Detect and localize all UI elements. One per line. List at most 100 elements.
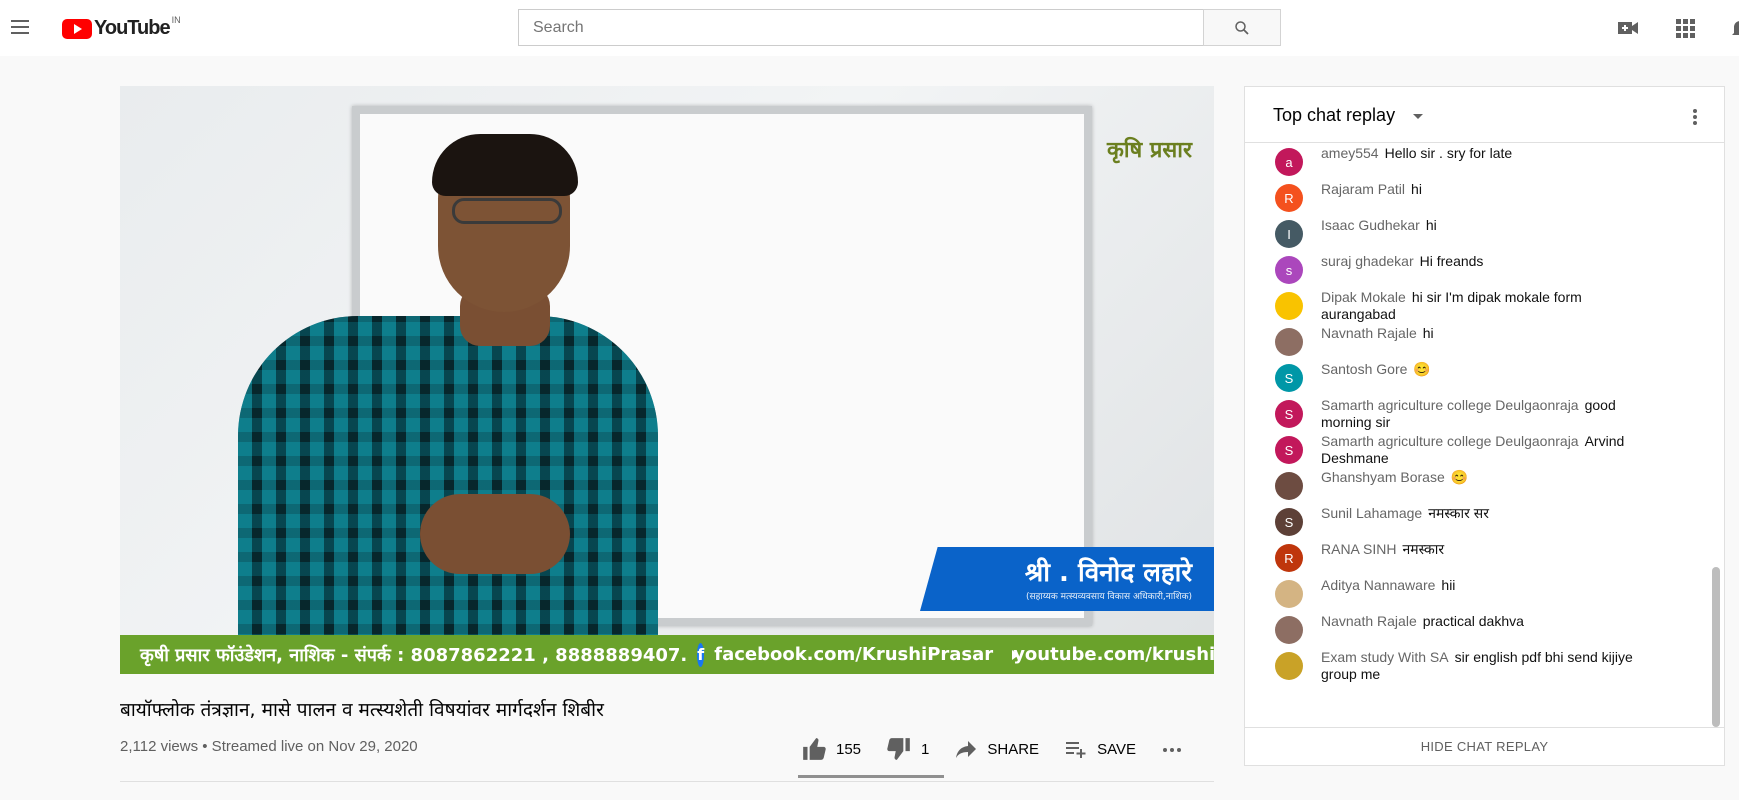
chat-message: a amey554 Hello sir . sry for late bbox=[1245, 145, 1724, 181]
chat-message: S Samarth agriculture college Deulgaonraj… bbox=[1245, 433, 1724, 469]
chat-author[interactable]: suraj ghadekar bbox=[1321, 253, 1414, 269]
dislike-button[interactable]: 1 bbox=[885, 736, 929, 762]
search-input[interactable] bbox=[518, 9, 1204, 46]
avatar[interactable]: R bbox=[1275, 544, 1303, 572]
chat-message: Navnath Rajale hi bbox=[1245, 325, 1724, 361]
presenter-glasses bbox=[452, 198, 562, 224]
youtube-link-text: youtube.com/krushiprasar bbox=[1013, 644, 1214, 665]
chat-text: hi bbox=[1411, 181, 1422, 197]
chat-text: hi bbox=[1425, 217, 1437, 233]
chat-message: s suraj ghadekar Hi freands bbox=[1245, 253, 1724, 289]
avatar[interactable] bbox=[1275, 616, 1303, 644]
chat-message: R RANA SINH नमस्कार bbox=[1245, 541, 1724, 577]
youtube-play-icon bbox=[62, 18, 92, 39]
chat-text: Hi freands bbox=[1419, 253, 1484, 269]
divider bbox=[120, 781, 1214, 782]
chat-author[interactable]: Sunil Lahamage bbox=[1321, 505, 1422, 521]
thumbs-down-icon bbox=[887, 738, 910, 760]
like-button[interactable]: 155 bbox=[800, 736, 861, 762]
region-code: IN bbox=[171, 15, 181, 25]
chat-author[interactable]: Navnath Rajale bbox=[1321, 613, 1417, 629]
chat-message: Navnath Rajale practical dakhva bbox=[1245, 613, 1724, 649]
chat-message: I Isaac Gudhekar hi bbox=[1245, 217, 1724, 253]
playlist-add-icon bbox=[1066, 742, 1086, 758]
chat-text: नमस्कार bbox=[1402, 541, 1445, 557]
chat-text: practical dakhva bbox=[1422, 613, 1524, 629]
chat-text: 😊 bbox=[1413, 361, 1431, 377]
chat-author[interactable]: Rajaram Patil bbox=[1321, 181, 1405, 197]
create-video-icon[interactable] bbox=[1616, 16, 1640, 40]
chat-author[interactable]: Isaac Gudhekar bbox=[1321, 217, 1420, 233]
chat-message: S Sunil Lahamage नमस्कार सर bbox=[1245, 505, 1724, 541]
contact-banner: कृषी प्रसार फॉउंडेशन, नाशिक - संपर्क : 8… bbox=[120, 635, 1214, 674]
chat-author[interactable]: Ghanshyam Borase bbox=[1321, 469, 1445, 485]
chevron-down-icon[interactable] bbox=[1413, 114, 1423, 119]
chat-author[interactable]: Samarth agriculture college Deulgaonraja bbox=[1321, 433, 1579, 449]
chat-scrollbar[interactable] bbox=[1712, 567, 1720, 727]
save-button[interactable]: SAVE bbox=[1063, 737, 1136, 761]
avatar[interactable] bbox=[1275, 328, 1303, 356]
apps-grid-icon[interactable] bbox=[1673, 16, 1697, 40]
avatar[interactable]: S bbox=[1275, 364, 1303, 392]
chat-message: S Samarth agriculture college Deulgaonraj… bbox=[1245, 397, 1724, 433]
dislike-count: 1 bbox=[921, 740, 930, 758]
chat-author[interactable]: Santosh Gore bbox=[1321, 361, 1407, 377]
more-horizontal-icon bbox=[1162, 748, 1181, 752]
facebook-icon: f bbox=[697, 642, 705, 667]
chat-text: नमस्कार सर bbox=[1428, 505, 1489, 521]
share-icon bbox=[956, 741, 977, 758]
speaker-name: श्री . विनोद लहारे bbox=[1024, 558, 1192, 588]
video-actions: 155 1 SHARE SAVE bbox=[800, 736, 1208, 762]
avatar[interactable] bbox=[1275, 472, 1303, 500]
chat-mode-dropdown[interactable]: Top chat replay bbox=[1273, 105, 1395, 126]
youtube-logo[interactable]: YouTube IN bbox=[62, 15, 181, 40]
chat-message: Ghanshyam Borase 😊 bbox=[1245, 469, 1724, 505]
avatar[interactable]: a bbox=[1275, 148, 1303, 176]
chat-message: Aditya Nannaware hii bbox=[1245, 577, 1724, 613]
avatar[interactable]: R bbox=[1275, 184, 1303, 212]
chat-message: R Rajaram Patil hi bbox=[1245, 181, 1724, 217]
contact-text: कृषी प्रसार फॉउंडेशन, नाशिक - संपर्क : 8… bbox=[140, 644, 688, 666]
chat-author[interactable]: Dipak Mokale bbox=[1321, 289, 1406, 305]
avatar[interactable] bbox=[1275, 652, 1303, 680]
chat-author[interactable]: Navnath Rajale bbox=[1321, 325, 1417, 341]
chat-author[interactable]: RANA SINH bbox=[1321, 541, 1396, 557]
chat-text: 😊 bbox=[1450, 469, 1469, 485]
video-title: बायॉफ्लोक तंत्रज्ञान, मासे पालन व मत्स्य… bbox=[120, 699, 604, 721]
share-label: SHARE bbox=[987, 740, 1040, 758]
chat-text: hi bbox=[1422, 325, 1434, 341]
avatar[interactable]: S bbox=[1275, 436, 1303, 464]
video-player[interactable]: कृषि प्रसार श्री . विनोद लहारे (सहाय्यक … bbox=[120, 86, 1214, 674]
speaker-designation: (सहाय्यक मत्स्यव्यवसाय विकास अधिकारी,नाश… bbox=[1025, 592, 1192, 602]
avatar[interactable]: I bbox=[1275, 220, 1303, 248]
like-count: 155 bbox=[836, 740, 862, 758]
more-vertical-icon[interactable] bbox=[1692, 107, 1698, 127]
chat-author[interactable]: Samarth agriculture college Deulgaonraja bbox=[1321, 397, 1579, 413]
avatar[interactable]: s bbox=[1275, 256, 1303, 284]
presenter-hands bbox=[420, 494, 570, 574]
menu-icon[interactable] bbox=[8, 16, 32, 40]
avatar[interactable] bbox=[1275, 580, 1303, 608]
masthead: YouTube IN bbox=[0, 0, 1739, 56]
avatar[interactable]: S bbox=[1275, 400, 1303, 428]
save-label: SAVE bbox=[1097, 740, 1136, 758]
search-button[interactable] bbox=[1203, 9, 1281, 46]
chat-author[interactable]: Exam study With SA bbox=[1321, 649, 1449, 665]
share-button[interactable]: SHARE bbox=[953, 737, 1039, 761]
avatar[interactable]: S bbox=[1275, 508, 1303, 536]
logo-text: YouTube bbox=[94, 17, 171, 39]
chat-author[interactable]: Aditya Nannaware bbox=[1321, 577, 1435, 593]
chat-message-list[interactable]: a amey554 Hello sir . sry for late R Rajaram… bbox=[1245, 145, 1724, 729]
video-meta: 2,112 views • Streamed live on Nov 29, 2… bbox=[120, 738, 418, 755]
chat-author[interactable]: amey554 bbox=[1321, 145, 1379, 161]
avatar[interactable] bbox=[1275, 292, 1303, 320]
chat-replay-panel: Top chat replay a amey554 Hello sir . sry … bbox=[1244, 86, 1725, 766]
search-icon bbox=[1235, 20, 1249, 35]
notifications-icon[interactable] bbox=[1728, 16, 1739, 40]
presenter-hair bbox=[432, 134, 578, 196]
chat-message: S Santosh Gore 😊 bbox=[1245, 361, 1724, 397]
hide-chat-replay-button[interactable]: HIDE CHAT REPLAY bbox=[1245, 727, 1724, 765]
sentiment-bar bbox=[798, 775, 944, 778]
thumbs-up-icon bbox=[803, 738, 826, 760]
more-actions-button[interactable] bbox=[1160, 737, 1184, 761]
